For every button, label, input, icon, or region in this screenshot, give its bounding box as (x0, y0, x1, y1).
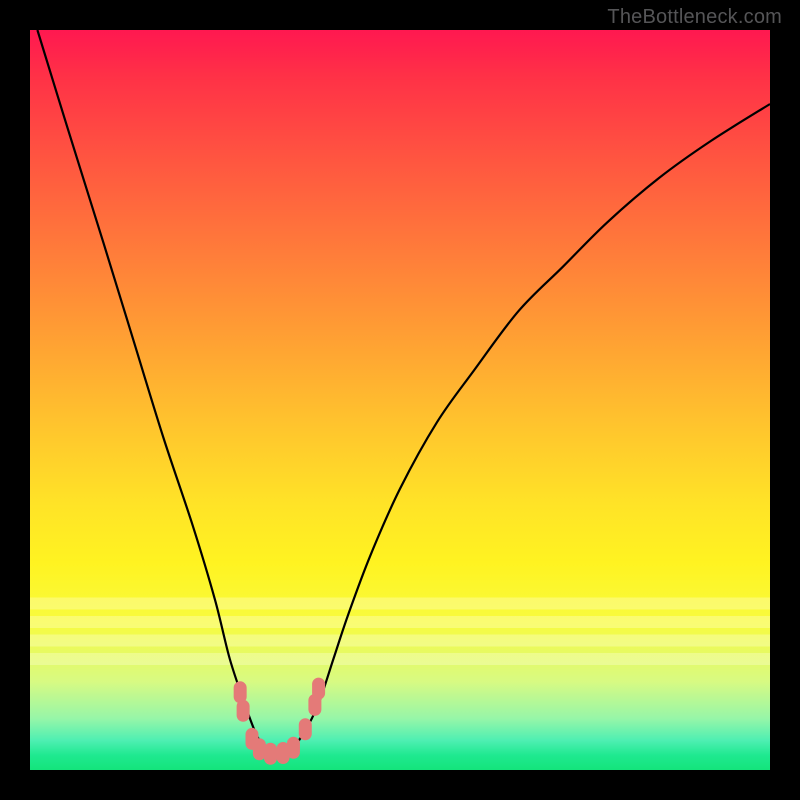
light-bands (30, 598, 770, 666)
outer-frame: TheBottleneck.com (0, 0, 800, 800)
curve-marker (312, 678, 325, 700)
curve-marker (253, 738, 266, 760)
curve-marker (299, 718, 312, 740)
light-band (30, 635, 770, 647)
light-band (30, 616, 770, 628)
curve-marker (287, 737, 300, 759)
watermark-text: TheBottleneck.com (607, 6, 782, 29)
light-band (30, 598, 770, 610)
curve-marker (237, 700, 250, 722)
light-band (30, 653, 770, 665)
curve-marker (264, 743, 277, 765)
curve-layer (30, 30, 770, 770)
plot-area (30, 30, 770, 770)
